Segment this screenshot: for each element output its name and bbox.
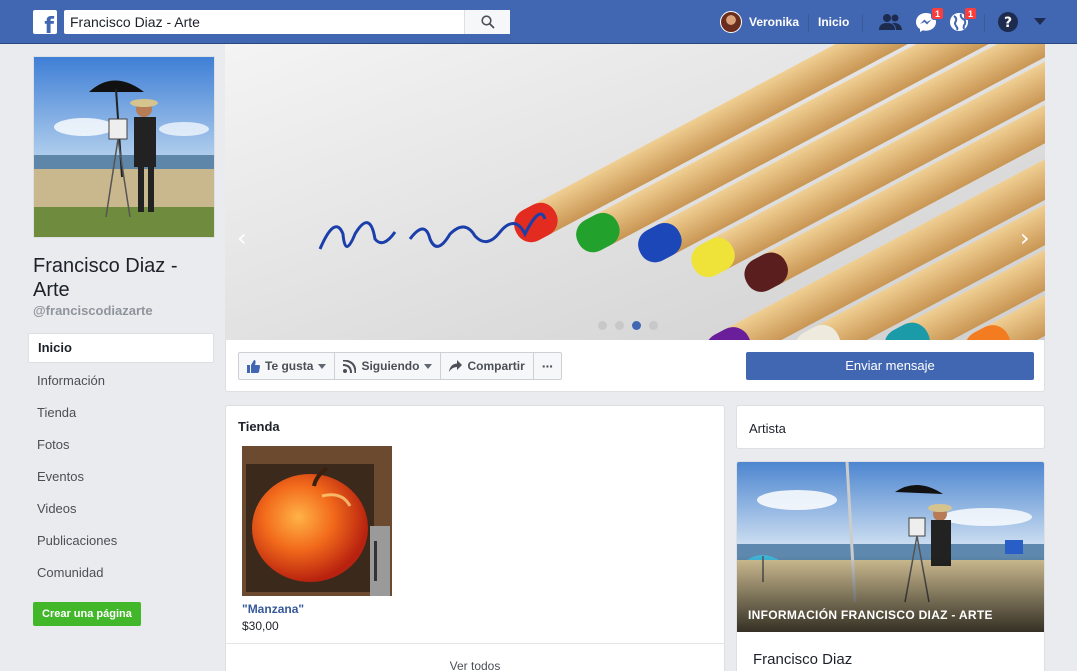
- shop-title[interactable]: Tienda: [238, 419, 280, 434]
- page-navigation: Inicio Información Tienda Fotos Eventos …: [28, 333, 214, 589]
- divider: [226, 643, 724, 644]
- product-name-link[interactable]: "Manzana": [242, 602, 304, 616]
- send-message-button[interactable]: Enviar mensaje: [746, 352, 1034, 380]
- share-button[interactable]: Compartir: [441, 353, 534, 379]
- nav-item-eventos[interactable]: Eventos: [28, 461, 214, 493]
- slide-dot[interactable]: [615, 321, 624, 330]
- rss-feed-icon: [343, 359, 357, 373]
- page-action-bar: Te gusta Siguiendo Compartir ··· Enviar …: [225, 340, 1045, 392]
- messages-badge: 1: [930, 7, 944, 20]
- notifications-globe-icon[interactable]: 1: [947, 7, 977, 33]
- user-avatar[interactable]: [720, 11, 742, 33]
- page-username[interactable]: @franciscodiazarte: [33, 303, 153, 318]
- category-label[interactable]: Artista: [749, 421, 786, 436]
- following-label: Siguiendo: [361, 359, 420, 373]
- like-label: Te gusta: [265, 359, 314, 373]
- messenger-icon[interactable]: 1: [914, 7, 944, 33]
- action-button-group: Te gusta Siguiendo Compartir ···: [238, 352, 562, 380]
- friend-requests-icon[interactable]: [879, 11, 903, 33]
- page-category: Artista: [736, 405, 1045, 449]
- create-page-button[interactable]: Crear una página: [33, 602, 141, 626]
- nav-item-fotos[interactable]: Fotos: [28, 429, 214, 461]
- search-input[interactable]: [64, 10, 464, 34]
- cover-slide-indicators: [598, 321, 658, 330]
- profile-picture[interactable]: [33, 56, 215, 238]
- thumbs-up-icon: [247, 359, 260, 373]
- about-card: INFORMACIÓN FRANCISCO DIAZ - ARTE Franci…: [736, 461, 1045, 671]
- more-dots-icon: ···: [541, 358, 554, 374]
- about-name: Francisco Diaz: [753, 651, 853, 668]
- product-price: $30,00: [242, 619, 279, 633]
- share-label: Compartir: [467, 359, 525, 373]
- help-icon[interactable]: ?: [996, 11, 1020, 33]
- about-caption[interactable]: INFORMACIÓN FRANCISCO DIAZ - ARTE: [748, 608, 993, 622]
- following-button[interactable]: Siguiendo: [335, 353, 442, 379]
- nav-item-videos[interactable]: Videos: [28, 493, 214, 525]
- share-arrow-icon: [449, 360, 463, 372]
- page-title: Francisco Diaz - Arte: [33, 255, 178, 301]
- user-name-link[interactable]: Veronika: [749, 15, 799, 29]
- next-slide-chevron-right-icon[interactable]: ›: [1020, 224, 1030, 252]
- nav-item-publicaciones[interactable]: Publicaciones: [28, 525, 214, 557]
- previous-slide-chevron-left-icon[interactable]: ‹: [237, 224, 247, 252]
- notifications-badge: 1: [963, 7, 977, 20]
- product-image[interactable]: [242, 446, 392, 596]
- cover-photo[interactable]: ‹ ›: [225, 44, 1045, 340]
- home-link[interactable]: Inicio: [818, 15, 849, 29]
- slide-dot-active[interactable]: [632, 321, 641, 330]
- search-icon: [480, 15, 495, 29]
- search-bar: [64, 10, 510, 34]
- caret-down-icon: [424, 363, 433, 369]
- caret-down-icon: [318, 363, 327, 369]
- divider: [808, 14, 809, 32]
- like-button[interactable]: Te gusta: [239, 353, 336, 379]
- slide-dot[interactable]: [598, 321, 607, 330]
- nav-item-comunidad[interactable]: Comunidad: [28, 557, 214, 589]
- shop-card: Tienda "Manzana" $30,00 Ver todos: [225, 405, 725, 671]
- more-options-button[interactable]: ···: [534, 353, 561, 379]
- divider: [984, 14, 985, 32]
- nav-item-tienda[interactable]: Tienda: [28, 397, 214, 429]
- about-image[interactable]: INFORMACIÓN FRANCISCO DIAZ - ARTE: [737, 462, 1044, 632]
- see-all-link[interactable]: Ver todos: [226, 659, 724, 671]
- nav-item-inicio[interactable]: Inicio: [28, 333, 214, 363]
- search-button[interactable]: [464, 10, 510, 34]
- account-menu-chevron-down-icon[interactable]: [1028, 11, 1052, 33]
- slide-dot[interactable]: [649, 321, 658, 330]
- divider: [862, 14, 863, 32]
- nav-item-informacion[interactable]: Información: [28, 365, 214, 397]
- facebook-logo-icon[interactable]: f: [33, 10, 57, 34]
- top-navigation-bar: f Veronika Inicio 1 1 ?: [0, 0, 1077, 44]
- svg-text:?: ?: [1004, 15, 1012, 31]
